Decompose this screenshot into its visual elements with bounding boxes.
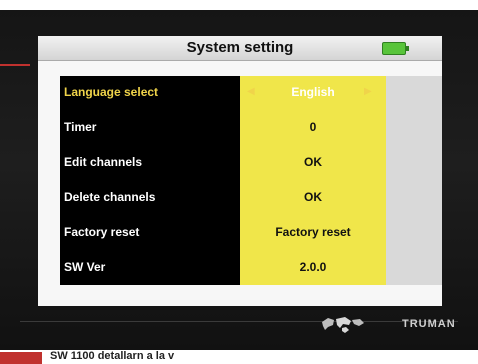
right-arrow-icon[interactable]: ▶ (364, 76, 372, 108)
menu-row-label: SW Ver (64, 260, 106, 274)
battery-icon (382, 42, 409, 55)
menu-row-timer[interactable]: Timer 0 (60, 111, 385, 143)
menu-row-value: OK (304, 155, 322, 169)
caption-text: SW 1100 detallarn a la v (50, 350, 175, 362)
title-bar: System setting (38, 36, 442, 61)
menu-row-value: 2.0.0 (299, 260, 327, 274)
menu-row-value: 0 (309, 120, 317, 134)
menu-row-delete-channels[interactable]: Delete channels OK (60, 181, 385, 213)
menu-row-sw-ver[interactable]: SW Ver 2.0.0 (60, 251, 385, 283)
red-corner-accent (0, 352, 42, 364)
menu-row-value: Factory reset (275, 225, 351, 239)
menu-row-edit-channels[interactable]: Edit channels OK (60, 146, 385, 178)
brand-logo: TRUMAN (402, 318, 456, 330)
world-map-icon (322, 317, 364, 333)
menu-row-factory-reset[interactable]: Factory reset Factory reset (60, 216, 385, 248)
menu-row-label: Delete channels (64, 190, 156, 204)
side-panel (386, 76, 442, 285)
menu-row-language-select[interactable]: Language select ◀ English ▶ (60, 76, 385, 108)
menu-row-label: Language select (64, 85, 159, 99)
menu-row-label: Edit channels (64, 155, 143, 169)
red-accent-line (0, 64, 30, 66)
footer-divider (20, 321, 458, 322)
menu-row-value: OK (304, 190, 322, 204)
menu-row-label: Timer (64, 120, 97, 134)
menu-row-label: Factory reset (64, 225, 140, 239)
